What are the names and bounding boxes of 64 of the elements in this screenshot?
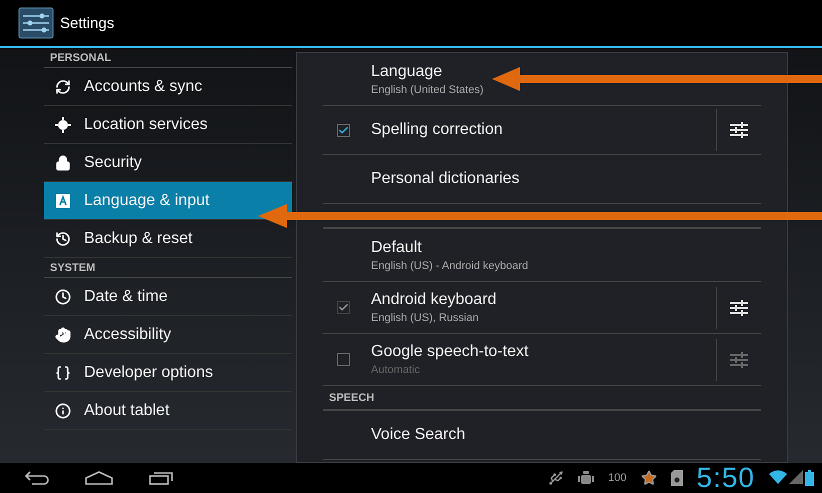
signal-icon	[789, 470, 803, 484]
action-bar-title: Settings	[60, 14, 114, 32]
backup-icon	[55, 230, 71, 246]
sliders-icon	[729, 121, 749, 139]
preference-row[interactable]: Spelling correction	[323, 106, 761, 155]
settings-app-icon[interactable]	[18, 7, 54, 39]
preference-row[interactable]: Personal dictionaries	[323, 155, 761, 204]
location-icon	[55, 116, 71, 132]
sidebar-item[interactable]: Developer options	[44, 354, 292, 392]
clock-time: 5:50	[696, 464, 755, 492]
preference-title: Google speech-to-text	[371, 343, 530, 361]
preference-summary: English (US), Russian	[371, 312, 480, 324]
preference-row[interactable]: Default English (US) - Android keyboard	[323, 229, 761, 282]
sd-card-icon	[670, 470, 682, 486]
battery-percent: 100	[608, 472, 626, 484]
sidebar-item-label: Accounts & sync	[84, 78, 202, 96]
preference-summary: Automatic	[371, 364, 421, 376]
section-header: SPEECH	[323, 386, 761, 411]
keyboard-letter-icon	[56, 194, 70, 208]
home-button[interactable]	[84, 470, 114, 486]
preference-title: Default	[371, 238, 423, 256]
preference-title: Spelling correction	[371, 121, 504, 139]
wifi-icon	[769, 470, 787, 484]
usb-icon	[548, 470, 564, 486]
section-header: SYSTEM	[44, 258, 292, 278]
back-button[interactable]	[24, 470, 50, 486]
checkbox[interactable]	[337, 124, 350, 136]
sidebar-item-label: About tablet	[84, 402, 170, 420]
star-icon	[640, 470, 656, 486]
sidebar-item-label: Backup & reset	[84, 230, 192, 248]
preference-summary: English (United States)	[371, 84, 484, 96]
battery-icon	[805, 470, 814, 486]
braces-icon	[55, 364, 71, 380]
checkbox[interactable]	[337, 353, 350, 366]
sidebar-item-label: Accessibility	[84, 326, 172, 344]
sidebar-item-label: Security	[84, 154, 142, 172]
sliders-icon	[729, 298, 749, 316]
recent-apps-button[interactable]	[148, 470, 174, 486]
sidebar-item[interactable]: Accounts & sync	[44, 68, 292, 106]
sidebar-item[interactable]: About tablet	[44, 392, 292, 430]
sync-icon	[55, 78, 71, 94]
info-icon	[55, 402, 71, 418]
sidebar-item-label: Date & time	[84, 288, 168, 306]
sliders-icon	[729, 350, 749, 368]
preference-title: Voice Search	[371, 426, 466, 444]
sidebar-item-label: Language & input	[84, 192, 210, 210]
preference-row[interactable]: Voice Search	[323, 411, 761, 460]
preference-title: Android keyboard	[371, 291, 498, 309]
sidebar-item-label: Location services	[84, 116, 208, 134]
hand-icon	[55, 326, 71, 342]
section-header: PERSONAL	[44, 48, 292, 68]
clock-icon	[55, 288, 71, 304]
sidebar-item[interactable]: Date & time	[44, 278, 292, 316]
preference-title: Language	[371, 62, 444, 80]
preference-summary: English (US) - Android keyboard	[371, 260, 530, 272]
robot-icon	[578, 470, 594, 486]
sidebar-item[interactable]: Location services	[44, 106, 292, 144]
sidebar-item-label: Developer options	[84, 364, 213, 382]
preference-title: Personal dictionaries	[371, 170, 521, 188]
sidebar-item[interactable]: Accessibility	[44, 316, 292, 354]
lock-icon	[55, 154, 71, 170]
sidebar-item[interactable]: Language & input	[44, 182, 292, 220]
preference-row[interactable]: Google speech-to-text Automatic	[323, 334, 761, 386]
preference-row[interactable]: Android keyboard English (US), Russian	[323, 282, 761, 334]
